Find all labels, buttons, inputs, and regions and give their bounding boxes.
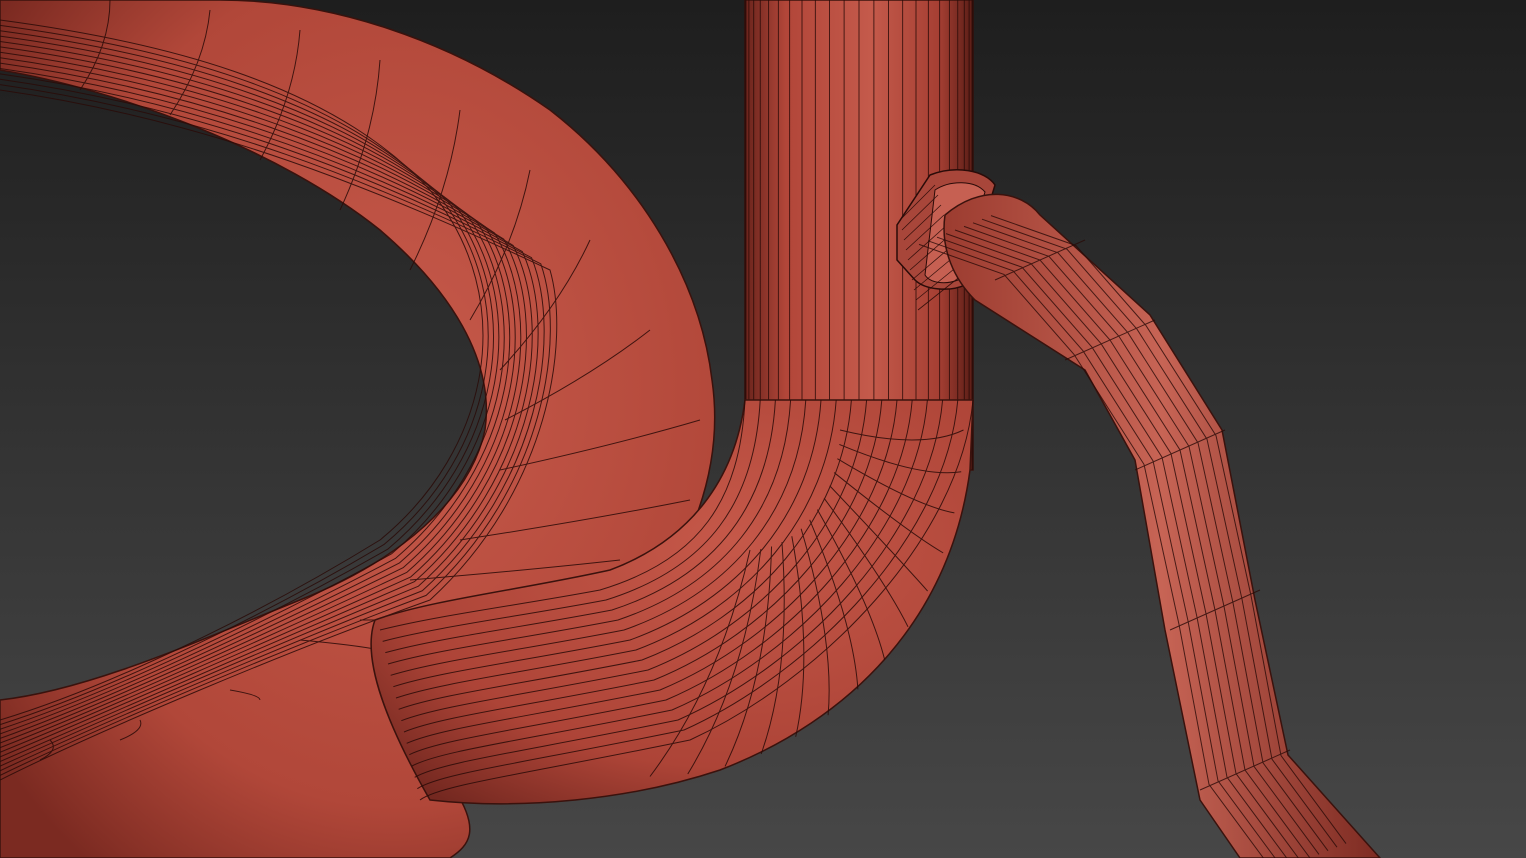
- 3d-viewport[interactable]: [0, 0, 1526, 858]
- scene-canvas[interactable]: [0, 0, 1526, 858]
